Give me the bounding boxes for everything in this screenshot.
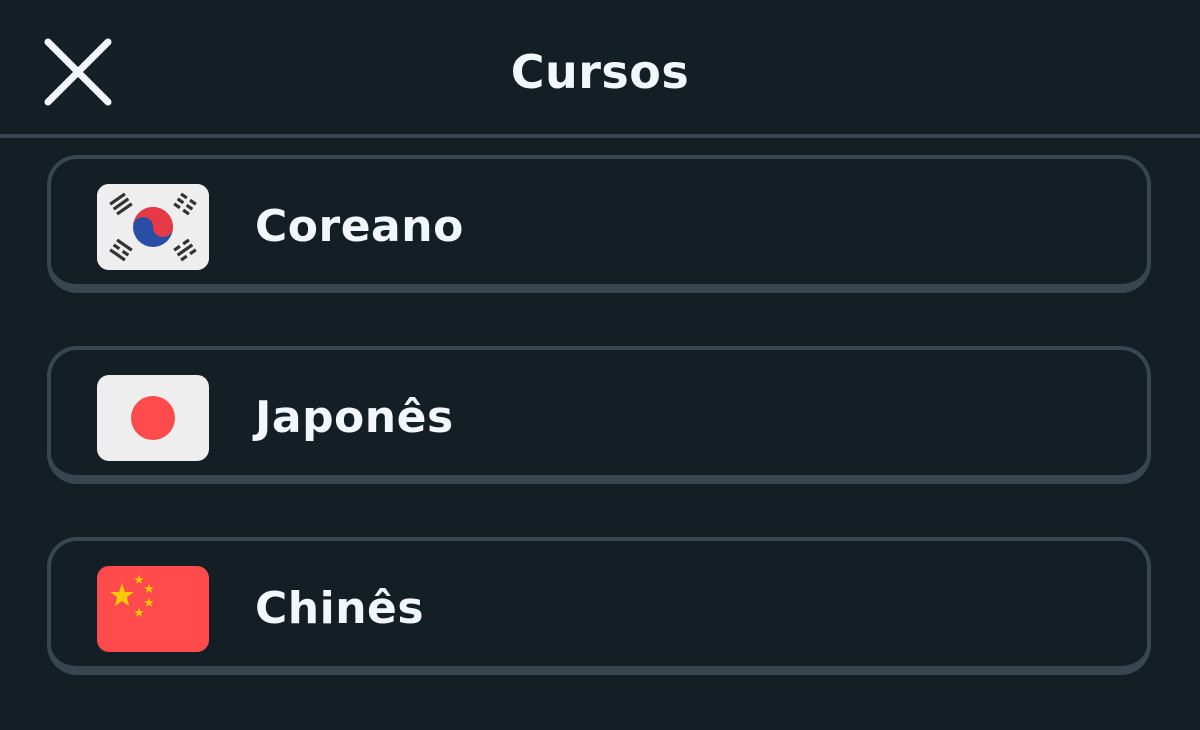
japan-flag-icon xyxy=(97,375,209,461)
course-item-chinese[interactable]: Chinês xyxy=(47,537,1151,675)
header-bar: Cursos xyxy=(0,0,1200,138)
course-item-japanese[interactable]: Japonês xyxy=(47,346,1151,484)
south-korea-flag-icon xyxy=(97,184,209,270)
china-flag-icon xyxy=(97,566,209,652)
course-label-chinese: Chinês xyxy=(255,583,425,634)
course-item-korean[interactable]: Coreano xyxy=(47,155,1151,293)
course-label-korean: Coreano xyxy=(255,201,464,252)
page-title: Cursos xyxy=(510,45,690,99)
course-label-japanese: Japonês xyxy=(255,392,454,443)
